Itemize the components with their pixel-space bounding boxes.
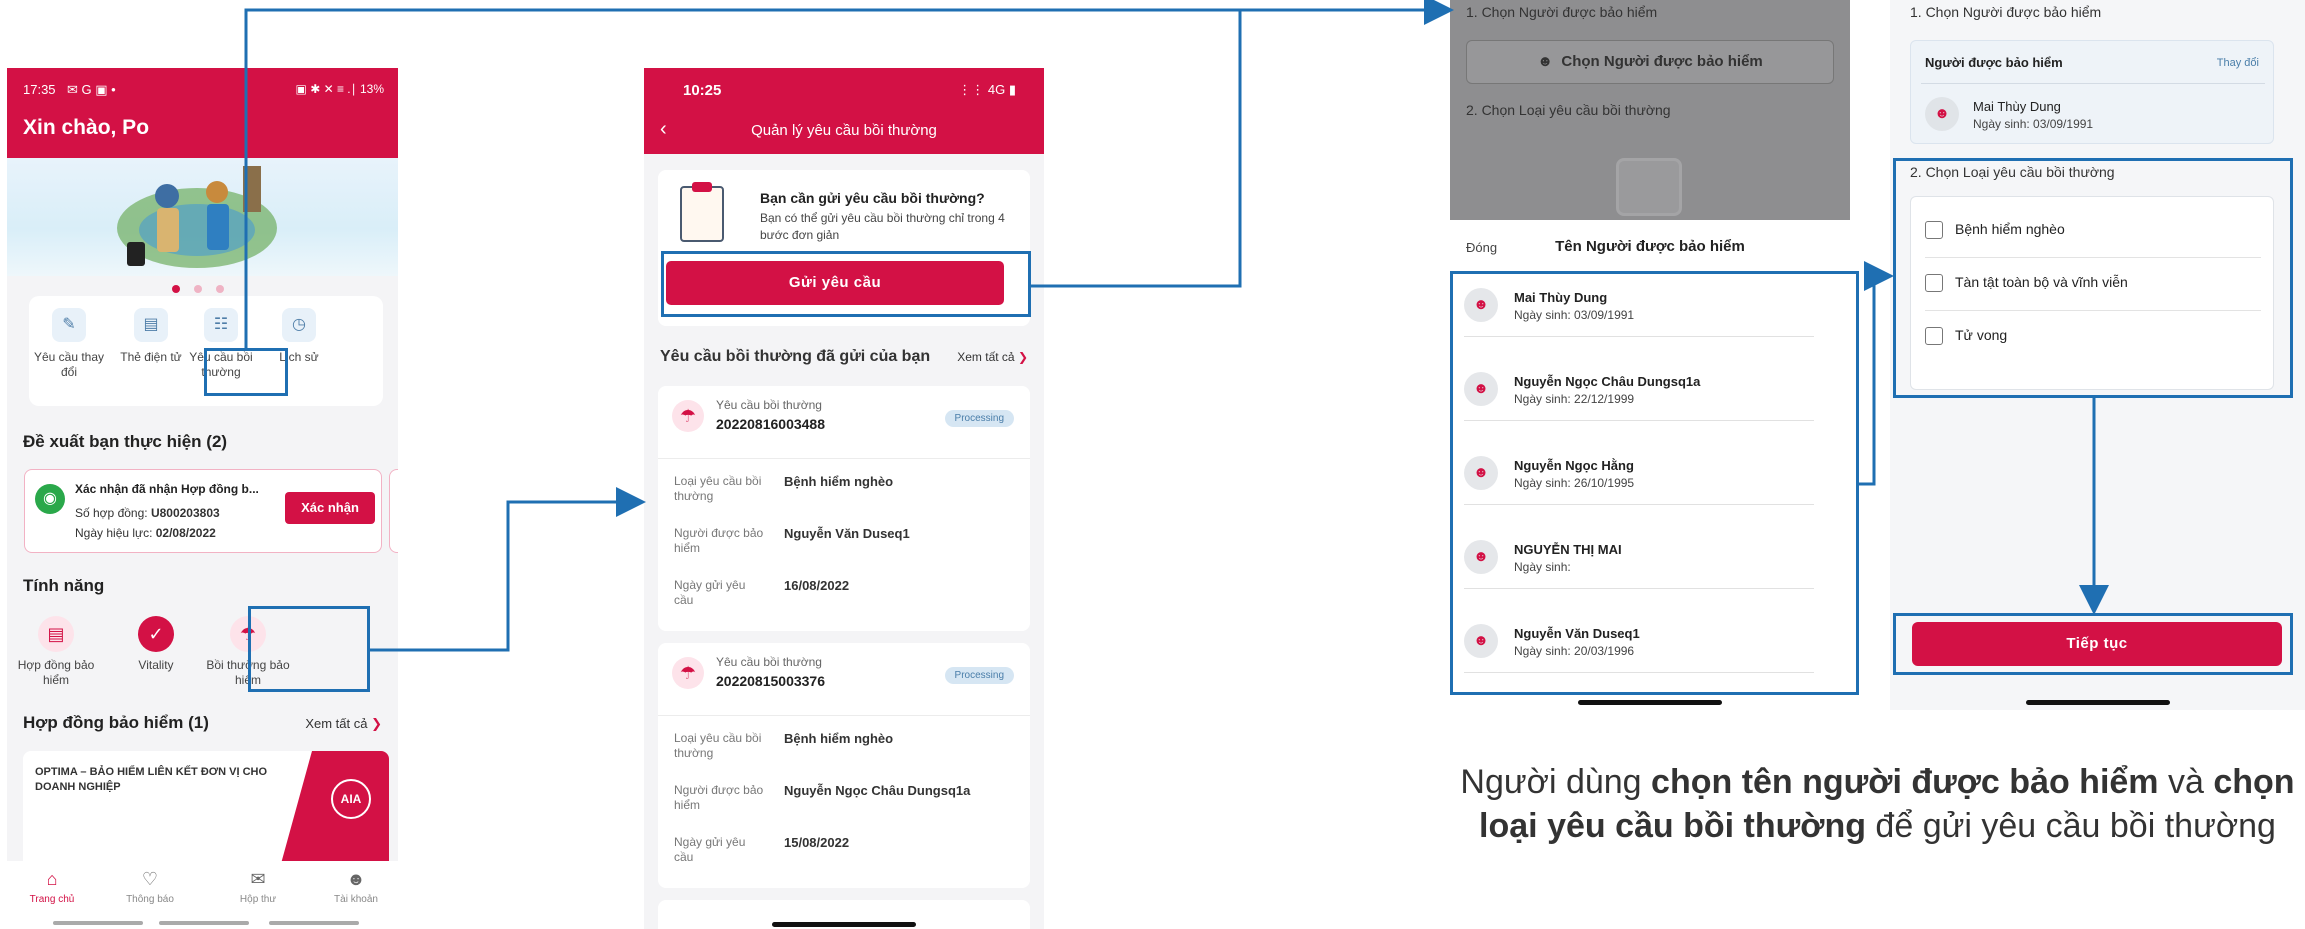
flow-caption: Người dùng chọn tên người được bảo hiểm … — [1460, 763, 2295, 845]
